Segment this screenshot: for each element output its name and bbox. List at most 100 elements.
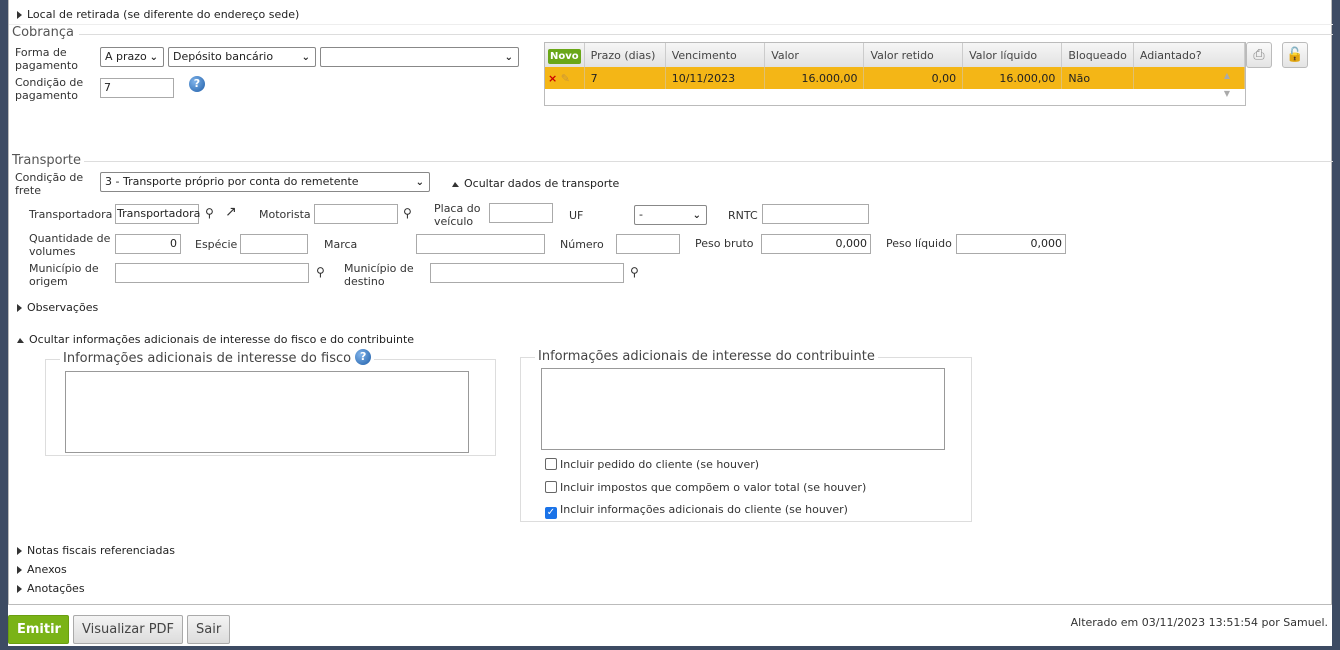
marca-input[interactable] (416, 234, 545, 254)
help-icon[interactable]: ? (189, 76, 205, 92)
numero-label: Número (560, 238, 604, 251)
chevron-down-icon: ⌄ (692, 210, 701, 221)
title-text: Informações adicionais de interesse do f… (63, 351, 352, 366)
col-valor-liquido[interactable]: Valor líquido (962, 43, 1063, 67)
expand-arrow-icon (17, 11, 22, 19)
incluir-pedido-checkbox[interactable]: Incluir pedido do cliente (se houver) (545, 458, 759, 471)
meio-pagamento-select[interactable]: Depósito bancário ⌄ (168, 47, 316, 67)
printer-icon: ⎙ (1253, 47, 1265, 63)
frete-label: Condição de frete (15, 171, 84, 197)
cell-retido: 0,00 (863, 67, 964, 89)
selected-value: - (639, 208, 643, 221)
col-valor-retido[interactable]: Valor retido (863, 43, 964, 67)
col-prazo[interactable]: Prazo (dias) (584, 43, 666, 67)
chevron-down-icon: ⌄ (149, 52, 158, 63)
placa-label: Placa do veículo (434, 202, 481, 228)
cell-prazo: 7 (584, 67, 666, 89)
emitir-button[interactable]: Emitir (8, 615, 69, 644)
especie-input[interactable] (240, 234, 308, 254)
uf-select[interactable]: - ⌄ (634, 205, 707, 225)
peso-liquido-label: Peso líquido (886, 237, 952, 250)
local-retirada-toggle[interactable]: Local de retirada (se diferente do ender… (17, 8, 299, 21)
table-row[interactable]: × ✎ 7 10/11/2023 16.000,00 0,00 16.000,0… (545, 67, 1246, 89)
unlock-icon: 🔓 (1286, 47, 1304, 63)
observacoes-toggle[interactable]: Observações (17, 301, 98, 314)
selected-value: 3 - Transporte próprio por conta do reme… (105, 175, 359, 188)
col-vencimento[interactable]: Vencimento (665, 43, 766, 67)
unlock-button[interactable]: 🔓 (1282, 42, 1308, 68)
peso-liquido-input[interactable]: 0,000 (956, 234, 1066, 254)
info-contribuinte-textarea[interactable] (541, 368, 945, 450)
help-icon[interactable]: ? (355, 349, 372, 365)
placa-input[interactable] (489, 203, 553, 223)
forma-pagamento-label: Forma de pagamento (15, 46, 78, 72)
quantidade-volumes-input[interactable]: 0 (115, 234, 181, 254)
cell-vencimento: 10/11/2023 (665, 67, 766, 89)
motorista-label: Motorista (259, 208, 311, 221)
search-icon[interactable]: ⚲ (205, 206, 214, 220)
peso-bruto-input[interactable]: 0,000 (761, 234, 871, 254)
print-button[interactable]: ⎙ (1246, 42, 1272, 68)
forma-pagamento-select[interactable]: A prazo ⌄ (100, 47, 164, 67)
conta-select[interactable]: ⌄ (320, 47, 519, 67)
condicao-pagamento-input[interactable]: 7 (100, 78, 174, 98)
section-label: Anotações (27, 582, 85, 595)
novo-button[interactable]: Novo (548, 48, 581, 64)
info-fisco-title: Informações adicionais de interesse do f… (60, 349, 375, 367)
quantidade-volumes-label: Quantidade de volumes (29, 232, 111, 258)
info-fisco-textarea[interactable] (65, 371, 469, 453)
open-external-icon[interactable]: ↗ (225, 204, 237, 220)
selected-value: Depósito bancário (173, 50, 274, 63)
chevron-down-icon: ⌄ (504, 52, 513, 63)
chevron-down-icon: ⌄ (301, 52, 310, 63)
col-valor[interactable]: Valor (764, 43, 865, 67)
checkbox-unchecked-icon[interactable] (545, 481, 557, 493)
info-contribuinte-fieldset: Informações adicionais de interesse do c… (520, 349, 972, 522)
collapse-arrow-icon (452, 181, 459, 187)
col-bloqueado[interactable]: Bloqueado (1061, 43, 1134, 67)
notas-referenciadas-toggle[interactable]: Notas fiscais referenciadas (17, 544, 175, 557)
edit-pencil-icon[interactable]: ✎ (561, 72, 570, 85)
condicao-pagamento-label: Condição de pagamento (15, 76, 84, 102)
ocultar-transporte-toggle[interactable]: Ocultar dados de transporte (452, 177, 619, 190)
anexos-toggle[interactable]: Anexos (17, 563, 67, 576)
motorista-input[interactable] (314, 204, 398, 224)
checkbox-unchecked-icon[interactable] (545, 458, 557, 470)
section-label: Notas fiscais referenciadas (27, 544, 175, 557)
cell-bloqueado: Não (1061, 67, 1134, 89)
incluir-impostos-checkbox[interactable]: Incluir impostos que compõem o valor tot… (545, 481, 866, 494)
municipio-origem-input[interactable] (115, 263, 309, 283)
grid-header-row: Novo Prazo (dias) Vencimento Valor Valor… (545, 43, 1246, 67)
grid-scrollbar[interactable]: ▲ ▼ (1209, 67, 1245, 105)
expand-arrow-icon (17, 585, 22, 593)
rntc-input[interactable] (762, 204, 869, 224)
frete-select[interactable]: 3 - Transporte próprio por conta do reme… (100, 172, 430, 192)
checkbox-checked-icon[interactable]: ✓ (545, 507, 557, 519)
transportadora-input[interactable]: Transportadora (115, 204, 200, 224)
info-fisco-fieldset: Informações adicionais de interesse do f… (45, 349, 496, 456)
anotacoes-toggle[interactable]: Anotações (17, 582, 85, 595)
rntc-label: RNTC (728, 209, 758, 222)
col-adiantado[interactable]: Adiantado? (1133, 43, 1246, 67)
delete-icon[interactable]: × (548, 72, 557, 85)
form-panel: Local de retirada (se diferente do ender… (8, 0, 1333, 605)
expand-arrow-icon (17, 566, 22, 574)
search-icon[interactable]: ⚲ (316, 265, 325, 279)
ocultar-info-toggle[interactable]: Ocultar informações adicionais de intere… (17, 333, 414, 346)
section-label: Local de retirada (se diferente do ender… (27, 8, 300, 21)
numero-input[interactable] (616, 234, 680, 254)
cobranca-heading: Cobrança (12, 25, 74, 40)
search-icon[interactable]: ⚲ (630, 265, 639, 279)
section-label: Ocultar informações adicionais de intere… (29, 333, 415, 346)
uf-label: UF (569, 209, 584, 222)
nfe-form-window: Local de retirada (se diferente do ender… (8, 0, 1333, 646)
sair-button[interactable]: Sair (187, 615, 230, 644)
cell-valor: 16.000,00 (764, 67, 865, 89)
incluir-info-cliente-checkbox[interactable]: ✓ Incluir informações adicionais do clien… (545, 503, 848, 519)
info-contribuinte-title: Informações adicionais de interesse do c… (535, 349, 878, 364)
visualizar-pdf-button[interactable]: Visualizar PDF (73, 615, 183, 644)
peso-bruto-label: Peso bruto (695, 237, 754, 250)
especie-label: Espécie (195, 238, 238, 251)
municipio-destino-input[interactable] (430, 263, 624, 283)
search-icon[interactable]: ⚲ (403, 206, 412, 220)
